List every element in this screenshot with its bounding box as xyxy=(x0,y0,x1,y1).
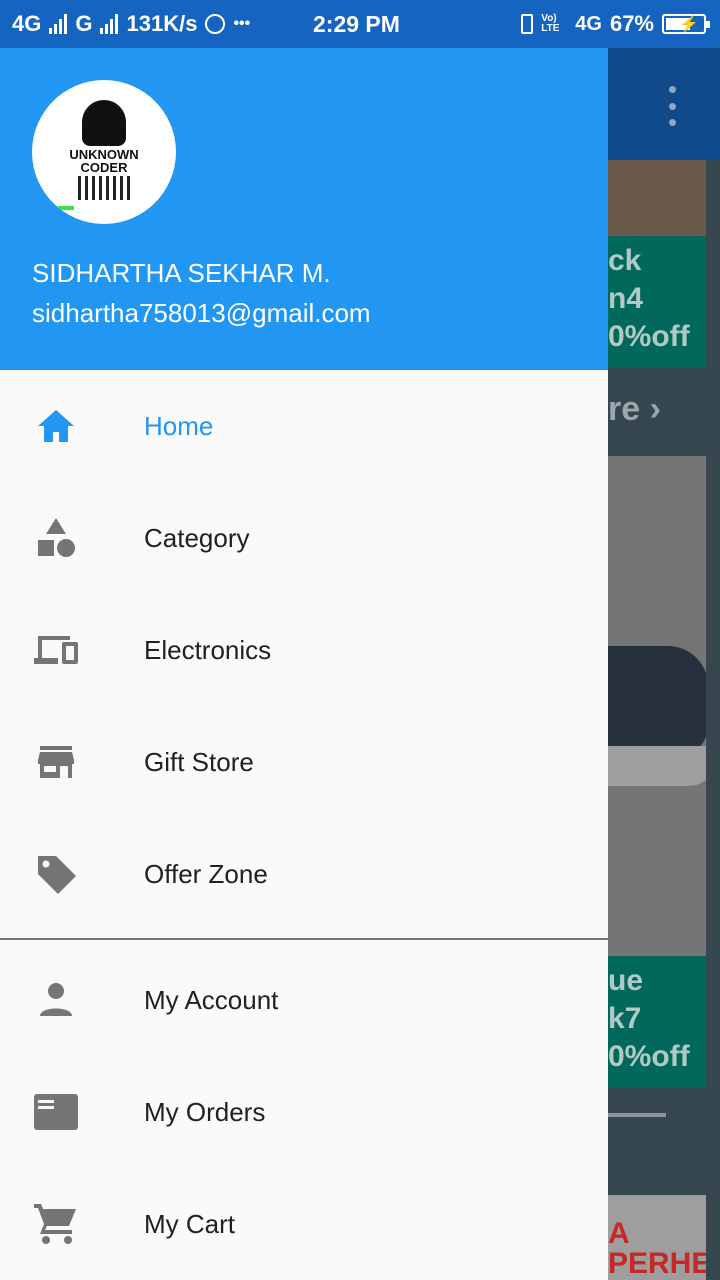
menu-item-label: My Orders xyxy=(144,1096,266,1127)
battery-percent: 67% xyxy=(609,11,654,36)
menu-item-my-orders[interactable]: My Orders xyxy=(0,1056,608,1168)
overflow-menu-icon xyxy=(664,86,680,126)
background-product-banner xyxy=(608,456,706,956)
status-bar: 4G G 131K/s ••• 2:29 PM Vo) LTE 4G 67% ⚡ xyxy=(0,0,720,48)
background-banner-bottom: A PERHE xyxy=(608,1195,706,1280)
user-email: sidhartha758013@gmail.com xyxy=(32,298,371,328)
more-notifications-icon: ••• xyxy=(233,15,251,32)
tag-icon xyxy=(38,856,76,894)
menu-item-my-account[interactable]: My Account xyxy=(0,944,608,1056)
shoe-image xyxy=(608,646,706,756)
battery-icon: ⚡ xyxy=(662,14,710,34)
logo-bar xyxy=(58,206,74,210)
network-speed: 131K/s xyxy=(126,11,198,36)
logo-line: CODER xyxy=(80,160,128,175)
banner-text: PERHE xyxy=(608,1247,706,1280)
avatar-logo-text: UNKNOWN CODER xyxy=(58,148,150,174)
category-icon xyxy=(38,518,75,557)
orders-icon xyxy=(34,1094,78,1130)
background-deal-card: ck n4 0%off xyxy=(608,236,706,368)
network-type-1: 4G xyxy=(12,11,42,36)
hooded-figure-logo xyxy=(82,100,126,146)
devices-icon xyxy=(34,636,78,664)
background-indicator xyxy=(608,1113,666,1117)
signal-icon-2 xyxy=(100,14,119,34)
background-view-more: re › xyxy=(608,390,661,428)
menu-item-label: Offer Zone xyxy=(144,858,268,889)
person-icon xyxy=(40,983,72,1016)
deal-text: n4 xyxy=(608,282,644,315)
cart-icon xyxy=(34,1204,76,1244)
menu-item-label: Electronics xyxy=(144,634,272,665)
deal-text: k7 xyxy=(608,1002,642,1035)
deal-text: 0%off xyxy=(608,320,690,353)
network-type-2: G xyxy=(75,11,93,36)
volte-label: Vo) LTE xyxy=(541,13,560,34)
charging-icon: ⚡ xyxy=(679,16,699,33)
user-name: SIDHARTHA SEKHAR M. xyxy=(32,258,331,288)
menu-item-label: Category xyxy=(144,522,250,553)
deal-text: ue xyxy=(608,964,644,997)
drawer-menu: Home Category Electronics Gift Store Off… xyxy=(0,370,608,1280)
clock: 2:29 PM xyxy=(313,11,400,37)
network-type-3: 4G xyxy=(575,12,602,35)
banner-text: A xyxy=(608,1217,630,1250)
menu-item-label: My Account xyxy=(144,984,279,1015)
logo-drips xyxy=(78,176,130,200)
background-product-image xyxy=(608,160,706,236)
menu-item-label: My Cart xyxy=(144,1208,235,1239)
signal-icon xyxy=(49,14,68,34)
menu-item-electronics[interactable]: Electronics xyxy=(0,594,608,706)
menu-item-my-cart[interactable]: My Cart xyxy=(0,1168,608,1280)
whatsapp-icon xyxy=(205,14,226,34)
menu-item-home[interactable]: Home xyxy=(0,370,608,482)
home-icon xyxy=(38,410,74,442)
menu-item-offer-zone[interactable]: Offer Zone xyxy=(0,818,608,930)
navigation-drawer: UNKNOWN CODER SIDHARTHA SEKHAR M. sidhar… xyxy=(0,48,608,1280)
drawer-header: UNKNOWN CODER SIDHARTHA SEKHAR M. sidhar… xyxy=(0,48,608,370)
vibrate-icon xyxy=(521,14,534,34)
menu-divider xyxy=(0,938,608,940)
shoe-sole xyxy=(608,746,706,786)
deal-text: ck xyxy=(608,244,642,277)
background-deal-card-2: ue k7 0%off xyxy=(608,956,706,1088)
store-icon xyxy=(38,746,74,778)
avatar[interactable]: UNKNOWN CODER xyxy=(32,80,176,224)
menu-item-label: Gift Store xyxy=(144,746,254,777)
menu-item-category[interactable]: Category xyxy=(0,482,608,594)
deal-text: 0%off xyxy=(608,1040,690,1073)
menu-item-label: Home xyxy=(144,410,214,441)
menu-item-gift-store[interactable]: Gift Store xyxy=(0,706,608,818)
